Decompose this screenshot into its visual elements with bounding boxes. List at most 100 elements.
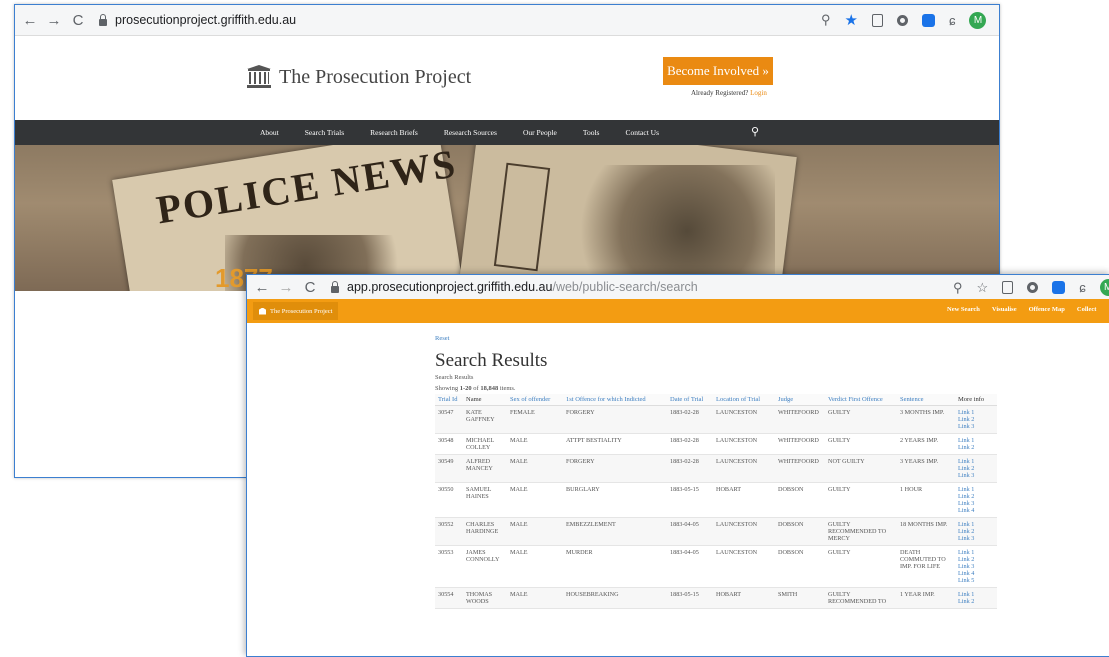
extension-bar: ⚲ ☆ ɕ M [939, 279, 1109, 296]
nav-research-briefs[interactable]: Research Briefs [370, 128, 418, 137]
more-info-link[interactable]: Link 4 [958, 570, 994, 577]
more-info-link[interactable]: Link 2 [958, 528, 994, 535]
menu-new-search[interactable]: New Search [947, 306, 980, 313]
reload-icon[interactable]: C [69, 12, 87, 29]
cell-judge: DOBSON [775, 482, 825, 518]
main-nav: About Search Trials Research Briefs Rese… [15, 120, 999, 145]
cell-sex: MALE [507, 454, 563, 483]
more-info-link[interactable]: Link 2 [958, 444, 994, 451]
lock-icon [331, 280, 339, 293]
app-brand[interactable]: The Prosecution Project [253, 302, 339, 320]
browser-toolbar: ← → C prosecutionproject.griffith.edu.au… [15, 5, 999, 36]
zoom-icon[interactable]: ⚲ [821, 12, 831, 28]
more-info-link[interactable]: Link 3 [958, 472, 994, 479]
more-info-link[interactable]: Link 2 [958, 598, 994, 605]
cell-date: 1883-04-05 [667, 545, 713, 588]
zoom-icon[interactable]: ⚲ [953, 280, 963, 296]
nav-contact-us[interactable]: Contact Us [625, 128, 659, 137]
menu-visualise[interactable]: Visualise [992, 306, 1017, 313]
cell-name: ALFRED MANCEY [463, 454, 507, 483]
cell-id: 30548 [435, 433, 463, 455]
extension-flame-icon[interactable]: ɕ [1079, 280, 1086, 295]
forward-icon[interactable]: → [277, 279, 295, 296]
more-info-link[interactable]: Link 3 [958, 563, 994, 570]
summary-prefix: Showing [435, 385, 460, 392]
col-verdict[interactable]: Verdict First Offence [825, 394, 897, 406]
address-url-path[interactable]: /web/public-search/search [552, 280, 697, 294]
cell-location: LAUNCESTON [713, 454, 775, 483]
nav-tools[interactable]: Tools [583, 128, 600, 137]
nav-search-icon[interactable]: ⚲ [751, 125, 759, 138]
col-trial-id[interactable]: Trial Id [435, 394, 463, 406]
more-info-link[interactable]: Link 1 [958, 521, 994, 528]
app-navbar: The Prosecution Project New Search Visua… [247, 299, 1109, 323]
more-info-link[interactable]: Link 3 [958, 535, 994, 542]
back-icon[interactable]: ← [253, 279, 271, 296]
cell-date: 1883-05-15 [667, 587, 713, 609]
courthouse-icon [247, 65, 271, 89]
cell-date: 1883-05-15 [667, 482, 713, 518]
site-logo[interactable]: The Prosecution Project [247, 65, 471, 89]
extension-circle-icon[interactable] [1027, 282, 1039, 293]
table-header-row: Trial Id Name Sex of offender 1st Offenc… [435, 394, 997, 406]
nav-research-sources[interactable]: Research Sources [444, 128, 497, 137]
nav-search-trials[interactable]: Search Trials [305, 128, 344, 137]
page-icon[interactable] [871, 13, 883, 27]
become-involved-button[interactable]: Become Involved » [663, 57, 773, 85]
more-info-link[interactable]: Link 5 [958, 577, 994, 584]
nav-about[interactable]: About [260, 128, 279, 137]
login-link[interactable]: Login [750, 89, 767, 97]
extension-flame-icon[interactable]: ɕ [949, 13, 956, 28]
menu-offence-map[interactable]: Offence Map [1029, 306, 1065, 313]
col-date[interactable]: Date of Trial [667, 394, 713, 406]
more-info-link[interactable]: Link 2 [958, 493, 994, 500]
profile-avatar[interactable]: M [1099, 279, 1109, 296]
more-info-link[interactable]: Link 1 [958, 486, 994, 493]
col-sex[interactable]: Sex of offender [507, 394, 563, 406]
more-info-link[interactable]: Link 2 [958, 556, 994, 563]
col-sentence[interactable]: Sentence [897, 394, 955, 406]
cell-sex: MALE [507, 433, 563, 455]
more-info-link[interactable]: Link 1 [958, 549, 994, 556]
profile-avatar[interactable]: M [969, 11, 987, 29]
bookmark-star-icon[interactable]: ☆ [977, 280, 989, 296]
cell-sentence: 18 MONTHS IMP. [897, 517, 955, 546]
address-url[interactable]: prosecutionproject.griffith.edu.au [115, 13, 296, 27]
cell-verdict: GUILTY [825, 545, 897, 588]
bookmark-star-icon[interactable]: ★ [845, 11, 858, 29]
address-bar[interactable]: app.prosecutionproject.griffith.edu.au/w… [331, 276, 698, 298]
cell-offence: FORGERY [563, 405, 667, 434]
cell-more-info: Link 1 Link 2 Link 3 [955, 454, 997, 483]
menu-collect[interactable]: Collect [1077, 306, 1097, 313]
address-url-host[interactable]: app.prosecutionproject.griffith.edu.au [347, 280, 552, 294]
more-info-link[interactable]: Link 2 [958, 465, 994, 472]
reset-link[interactable]: Reset [435, 335, 1015, 342]
more-info-link[interactable]: Link 1 [958, 437, 994, 444]
forward-icon[interactable]: → [45, 12, 63, 29]
table-row: 30549 ALFRED MANCEY MALE FORGERY 1883-02-28 L… [435, 454, 997, 483]
col-judge[interactable]: Judge [775, 394, 825, 406]
more-info-link[interactable]: Link 1 [958, 409, 994, 416]
address-bar[interactable]: prosecutionproject.griffith.edu.au [99, 9, 296, 31]
nav-our-people[interactable]: Our People [523, 128, 557, 137]
extension-circle-icon[interactable] [896, 14, 908, 26]
more-info-link[interactable]: Link 2 [958, 416, 994, 423]
cell-offence: HOUSEBREAKING [563, 587, 667, 609]
zoom-app-icon[interactable] [921, 13, 935, 27]
col-location[interactable]: Location of Trial [713, 394, 775, 406]
table-row: 30554 THOMAS WOODS MALE HOUSEBREAKING 1883-0… [435, 587, 997, 609]
more-info-link[interactable]: Link 3 [958, 500, 994, 507]
zoom-app-icon[interactable] [1052, 281, 1066, 294]
page-icon[interactable] [1002, 281, 1014, 294]
col-offence[interactable]: 1st Offence for which Indicted [563, 394, 667, 406]
table-row: 30548 MICHAEL COLLEY MALE ATTPT BESTIALITY 1… [435, 433, 997, 455]
more-info-link[interactable]: Link 4 [958, 507, 994, 514]
back-icon[interactable]: ← [21, 12, 39, 29]
reload-icon[interactable]: C [301, 279, 319, 296]
more-info-link[interactable]: Link 1 [958, 591, 994, 598]
cell-id: 30553 [435, 545, 463, 588]
more-info-link[interactable]: Link 1 [958, 458, 994, 465]
more-info-link[interactable]: Link 3 [958, 423, 994, 430]
summary-range: 1-20 [459, 385, 472, 392]
browser-toolbar: ← → C app.prosecutionproject.griffith.ed… [247, 275, 1109, 300]
